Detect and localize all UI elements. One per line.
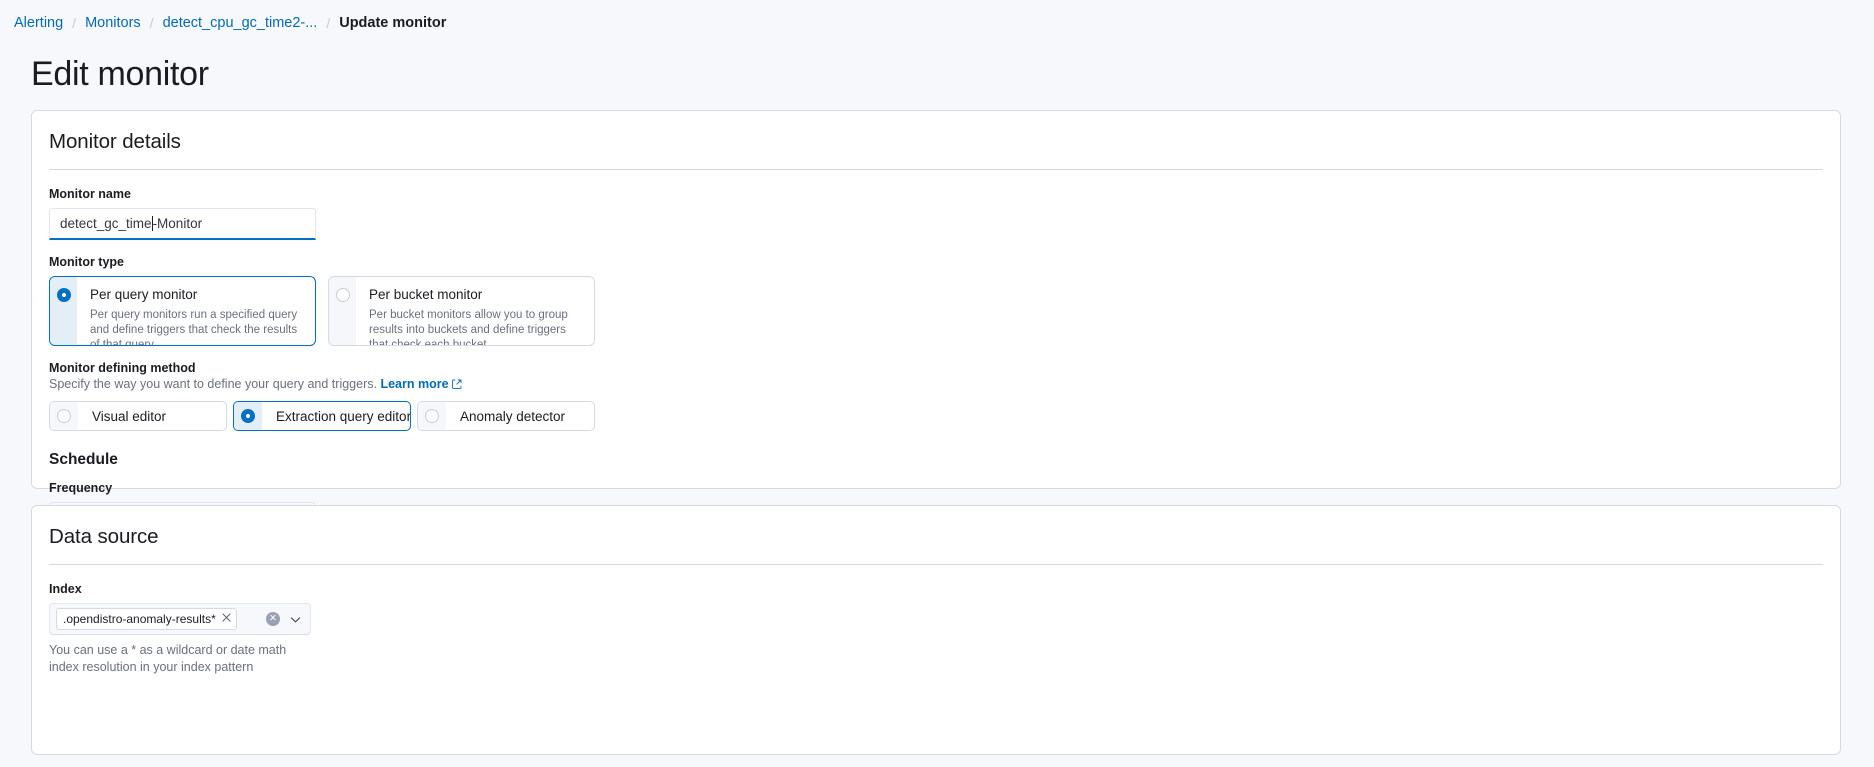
monitor-type-label: Monitor type (49, 255, 124, 269)
monitor-type-option-per-query[interactable]: Per query monitor Per query monitors run… (49, 276, 316, 346)
index-token-label: .opendistro-anomaly-results* (63, 612, 216, 626)
external-link-icon (451, 377, 462, 394)
breadcrumb-separator: / (72, 15, 77, 31)
defining-method-label-text: Anomaly detector (460, 408, 566, 424)
monitor-name-label: Monitor name (49, 187, 131, 201)
learn-more-link[interactable]: Learn more (380, 377, 461, 391)
defining-method-label-text: Visual editor (92, 408, 167, 424)
index-token[interactable]: .opendistro-anomaly-results* (56, 608, 237, 630)
monitor-name-value-before-caret: detect_gc_time (60, 216, 152, 231)
index-help-text: You can use a * as a wildcard or date ma… (49, 643, 287, 674)
defining-method-label: Monitor defining method (49, 361, 196, 375)
data-source-body: Index .opendistro-anomaly-results* ✕ You… (32, 565, 1840, 676)
radio-column (50, 402, 78, 430)
data-source-panel: Data source Index .opendistro-anomaly-re… (31, 505, 1841, 755)
chevron-down-icon[interactable] (289, 613, 302, 626)
monitor-details-panel: Monitor details Monitor name detect_gc_t… (31, 110, 1841, 600)
monitor-type-option-per-bucket[interactable]: Per bucket monitor Per bucket monitors a… (328, 276, 595, 346)
breadcrumb-separator: / (326, 15, 331, 31)
radio-column (234, 402, 262, 430)
radio-unselected-icon[interactable] (57, 409, 71, 423)
breadcrumb: Alerting / Monitors / detect_cpu_gc_time… (0, 0, 1874, 32)
monitor-name-value-after-caret: -Monitor (152, 216, 203, 231)
defining-method-option-anomaly-detector[interactable]: Anomaly detector (417, 401, 595, 431)
close-icon[interactable] (222, 613, 231, 625)
monitor-type-title: Per bucket monitor (369, 287, 483, 302)
radio-selected-icon[interactable] (241, 409, 255, 423)
defining-method-description: Specify the way you want to define your … (49, 377, 377, 391)
radio-unselected-icon[interactable] (335, 288, 350, 302)
monitor-type-title: Per query monitor (90, 287, 198, 302)
monitor-type-description: Per query monitors run a specified query… (90, 309, 298, 346)
breadcrumb-item-monitors[interactable]: Monitors (85, 14, 141, 32)
defining-method-description-row: Specify the way you want to define your … (49, 376, 1840, 394)
defining-method-option-extraction-query-editor[interactable]: Extraction query editor (233, 401, 411, 431)
text-caret (151, 216, 153, 231)
monitor-details-title: Monitor details (49, 130, 181, 153)
radio-unselected-icon[interactable] (425, 409, 439, 423)
defining-method-options: Visual editor Extraction query editor An… (49, 401, 1840, 431)
card-body: Per bucket monitor Per bucket monitors a… (356, 277, 594, 345)
breadcrumb-item-alerting[interactable]: Alerting (14, 14, 63, 32)
defining-method-option-visual-editor[interactable]: Visual editor (49, 401, 227, 431)
data-source-title: Data source (49, 525, 159, 548)
breadcrumb-separator: / (149, 15, 154, 31)
breadcrumb-item-update-monitor: Update monitor (339, 15, 447, 31)
breadcrumb-item-monitor-name[interactable]: detect_cpu_gc_time2-... (163, 14, 318, 32)
defining-method-label-text: Extraction query editor (276, 408, 411, 424)
learn-more-label: Learn more (380, 377, 449, 391)
monitor-name-field-group: Monitor name detect_gc_time -Monitor (49, 186, 1840, 240)
page-title: Edit monitor (31, 55, 209, 93)
defining-method-group: Monitor defining method Specify the way … (49, 360, 1840, 431)
radio-column (418, 402, 446, 430)
index-label: Index (49, 582, 82, 596)
monitor-type-group: Monitor type Per query monitor Per query… (49, 254, 1840, 346)
schedule-title: Schedule (49, 451, 118, 468)
monitor-name-input[interactable]: detect_gc_time -Monitor (49, 208, 316, 240)
card-body: Per query monitor Per query monitors run… (77, 277, 315, 345)
edit-monitor-page: Alerting / Monitors / detect_cpu_gc_time… (0, 0, 1874, 767)
radio-selected-icon[interactable] (56, 288, 71, 302)
radio-column (329, 277, 356, 345)
clear-circle-icon[interactable]: ✕ (266, 612, 280, 626)
monitor-type-description: Per bucket monitors allow you to group r… (369, 309, 568, 346)
index-combo-box[interactable]: .opendistro-anomaly-results* ✕ (49, 603, 311, 635)
frequency-label: Frequency (49, 481, 113, 495)
radio-column (50, 277, 77, 345)
monitor-type-options: Per query monitor Per query monitors run… (49, 276, 1840, 346)
